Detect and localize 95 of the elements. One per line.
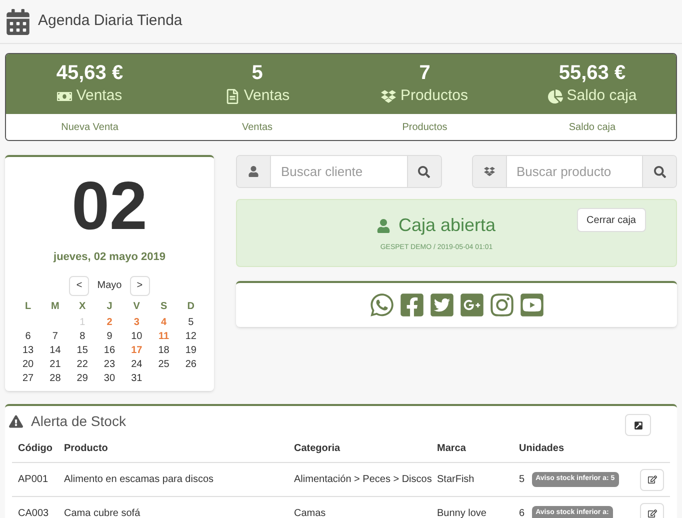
document-icon (224, 88, 240, 104)
column-header: Marca (437, 442, 467, 456)
calendar-day[interactable]: 5 (177, 316, 204, 330)
stat-label: Ventas (244, 86, 290, 106)
stat-value: 7 (419, 60, 430, 85)
search-button[interactable] (642, 156, 676, 187)
stat-link[interactable]: Nueva Venta (61, 120, 118, 134)
full-date: jueves, 02 mayo 2019 (54, 250, 166, 265)
calendar-day[interactable]: 19 (177, 344, 204, 358)
calendar-day[interactable]: 15 (68, 344, 96, 358)
weekday-label: S (159, 300, 168, 314)
column-header: Producto (64, 442, 109, 456)
calendar-day[interactable]: 30 (96, 372, 124, 386)
stat-label: Ventas (76, 86, 122, 106)
day-number: 02 (72, 169, 148, 243)
calendar-day[interactable]: 21 (42, 358, 69, 372)
edit-button[interactable] (640, 468, 664, 490)
column-header: Código (18, 442, 54, 456)
calendar-day[interactable]: 28 (42, 372, 69, 386)
search-field[interactable]: Buscar cliente (236, 155, 442, 188)
table-cell-text: 6 (519, 507, 525, 518)
stat-link[interactable]: Ventas (242, 120, 273, 134)
calendar-day[interactable]: 29 (68, 372, 96, 386)
column-header: Categoria (294, 442, 342, 456)
table-cell-text: Alimento en escamas para discos (64, 473, 215, 487)
stat-link[interactable]: Productos (402, 120, 448, 134)
edit-button[interactable] (640, 502, 664, 518)
calendar-day[interactable]: 24 (123, 358, 150, 372)
instagram-icon[interactable] (488, 292, 514, 318)
table-cell-text: StarFish (437, 473, 476, 487)
table-cell-text: Camas (294, 507, 327, 518)
search-button[interactable] (406, 156, 440, 187)
stock-title: Alerta de Stock (31, 412, 126, 430)
stat-label: Saldo caja (566, 86, 637, 106)
weekday-label: M (50, 300, 60, 314)
google-plus-icon[interactable] (458, 292, 484, 318)
edit-icon (648, 509, 656, 518)
calendar-day[interactable]: 10 (123, 330, 150, 344)
calendar-day[interactable]: 26 (177, 358, 204, 372)
user-icon (377, 218, 390, 233)
stat-link[interactable]: Saldo caja (568, 120, 616, 134)
calendar-day[interactable]: 8 (68, 330, 96, 344)
twitter-icon[interactable] (428, 292, 454, 318)
search-input[interactable]: Buscar cliente (271, 156, 406, 187)
pie-chart-icon (548, 88, 563, 104)
stat-value: 5 (252, 60, 263, 85)
search-input[interactable]: Buscar producto (506, 156, 642, 187)
previous-month-button[interactable]: < (69, 276, 90, 296)
calendar-day[interactable]: 20 (14, 358, 42, 372)
page-title: Agenda Diaria Tienda (38, 11, 182, 32)
user-icon (248, 166, 259, 177)
cash-title: Caja abierta (398, 214, 496, 238)
column-header: Unidades (519, 442, 566, 456)
edit-icon (648, 475, 656, 484)
search-icon (418, 166, 430, 178)
weekday-label: X (78, 300, 87, 314)
calendar-day[interactable]: 16 (96, 344, 124, 358)
stat-label: Productos (400, 86, 468, 106)
next-month-button[interactable]: > (130, 276, 150, 296)
warning-icon (9, 414, 23, 428)
table-cell-text: AP001 (18, 473, 50, 487)
stat-value: 45,63 € (56, 60, 124, 85)
month-label: Mayo (97, 279, 122, 293)
calendar-day[interactable]: 25 (150, 358, 178, 372)
youtube-icon[interactable] (518, 292, 544, 318)
search-field[interactable]: Buscar producto (472, 155, 677, 188)
search-icon (654, 166, 666, 178)
calendar-day[interactable]: 14 (42, 344, 69, 358)
table-cell-text: CA003 (18, 507, 50, 518)
table-cell-text: Cama cubre sofá (64, 507, 142, 518)
calendar-day[interactable]: 7 (42, 330, 69, 344)
weekday-label: J (106, 300, 114, 314)
weekday-label: V (132, 300, 141, 314)
table-cell-text: 5 (519, 473, 525, 487)
calendar-icon (6, 8, 30, 34)
boxes-icon (381, 88, 396, 104)
expand-button[interactable] (625, 414, 651, 436)
calendar-day[interactable]: 23 (96, 358, 124, 372)
table-cell-text: Bunny love (437, 507, 488, 518)
calendar-day[interactable]: 9 (96, 330, 124, 344)
whatsapp-icon[interactable] (368, 292, 394, 318)
calendar-day[interactable]: 22 (68, 358, 96, 372)
calendar-day[interactable]: 13 (14, 344, 42, 358)
calendar-day[interactable]: 31 (123, 372, 150, 386)
boxes-icon (484, 166, 494, 177)
facebook-icon[interactable] (398, 292, 424, 318)
weekday-label: D (186, 300, 196, 314)
weekday-label: L (24, 300, 32, 314)
close-cash-button[interactable]: Cerrar caja (576, 208, 646, 232)
calendar-day[interactable]: 12 (177, 330, 204, 344)
stat-value: 55,63 € (558, 60, 626, 85)
calendar-day[interactable]: 27 (14, 372, 42, 386)
calendar-day[interactable]: 18 (150, 344, 178, 358)
table-cell-text: Alimentación > Peces > Discos (294, 473, 433, 487)
calendar-day[interactable]: 6 (14, 330, 42, 344)
